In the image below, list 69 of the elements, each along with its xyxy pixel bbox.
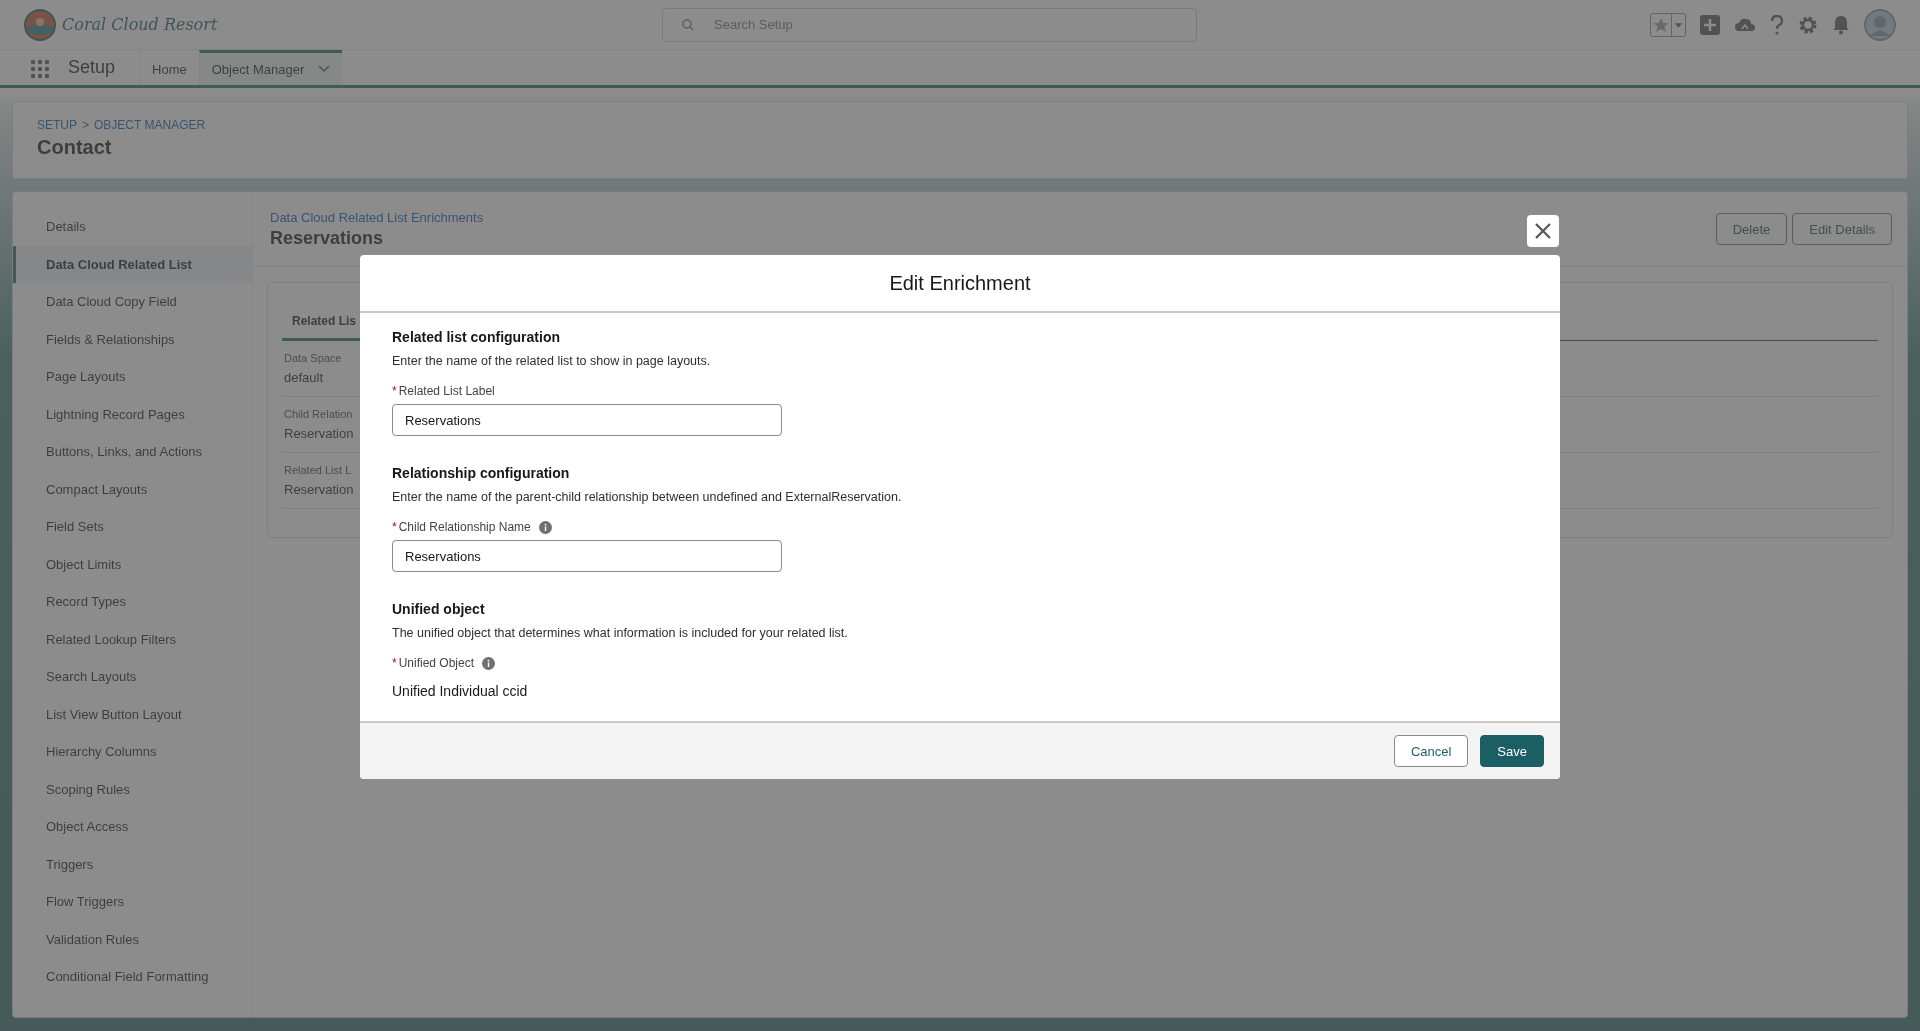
record-type-link[interactable]: Data Cloud Related List Enrichments bbox=[270, 209, 484, 225]
nav-tab[interactable]: Object Manager bbox=[198, 50, 343, 85]
info-icon bbox=[482, 656, 496, 670]
nav-tab[interactable]: Home bbox=[139, 50, 199, 85]
brand-name: Coral Cloud Resort bbox=[62, 15, 218, 34]
sidebar-item[interactable]: Page Layouts bbox=[13, 358, 252, 396]
breadcrumb-separator: > bbox=[82, 118, 90, 132]
section-description: Enter the name of the related list to show in page layouts. bbox=[392, 354, 712, 368]
app-launcher-icon[interactable] bbox=[30, 59, 50, 79]
action-button[interactable]: Delete bbox=[1715, 213, 1788, 245]
action-button[interactable]: Edit Details bbox=[1792, 213, 1892, 245]
section-description: Enter the name of the parent-child relationship between undefined and ExternalReservation. bbox=[392, 490, 903, 504]
field-label: Child Relation bbox=[284, 408, 353, 420]
sidebar-item[interactable]: Hierarchy Columns bbox=[13, 733, 252, 771]
text-field[interactable]: Reservations bbox=[392, 540, 782, 572]
close-icon bbox=[1535, 223, 1551, 239]
app-name: Setup bbox=[68, 56, 117, 79]
sidebar-item[interactable]: Data Cloud Related List bbox=[13, 245, 252, 283]
sidebar-item[interactable]: Scoping Rules bbox=[13, 770, 252, 808]
field-label: Data Space bbox=[284, 352, 342, 364]
favorites-button[interactable] bbox=[1650, 12, 1686, 37]
sidebar-item[interactable]: Record Types bbox=[13, 583, 252, 621]
text-field[interactable]: Reservations bbox=[392, 404, 782, 436]
sidebar-item[interactable]: Field Sets bbox=[13, 508, 252, 546]
sidebar-item[interactable]: Compact Layouts bbox=[13, 470, 252, 508]
save-button[interactable]: Save bbox=[1480, 735, 1544, 767]
sidebar-item[interactable]: Triggers bbox=[13, 845, 252, 883]
section-heading: Related list configuration bbox=[392, 329, 561, 345]
record-title: Reservations bbox=[270, 227, 385, 249]
close-button[interactable] bbox=[1527, 215, 1559, 247]
help-icon[interactable] bbox=[1770, 14, 1784, 35]
info-icon bbox=[538, 520, 552, 534]
sidebar-item[interactable]: Lightning Record Pages bbox=[13, 395, 252, 433]
bell-icon[interactable] bbox=[1832, 14, 1850, 35]
search-icon bbox=[682, 18, 694, 31]
sidebar-item[interactable]: List View Button Layout bbox=[13, 695, 252, 733]
sidebar-item[interactable]: Details bbox=[13, 208, 252, 246]
field-value: Unified Individual ccid bbox=[392, 683, 529, 699]
sidebar-item[interactable]: Data Cloud Copy Field bbox=[13, 283, 252, 321]
section-heading: Relationship configuration bbox=[392, 465, 571, 481]
section-heading: Unified object bbox=[392, 601, 486, 617]
field-value: Reservation bbox=[284, 482, 354, 497]
avatar-icon[interactable] bbox=[1864, 8, 1896, 41]
plus-icon[interactable] bbox=[1700, 14, 1720, 35]
caret-icon bbox=[1671, 13, 1685, 36]
sidebar-item[interactable]: Flow Triggers bbox=[13, 883, 252, 921]
field-value: default bbox=[284, 370, 324, 385]
cancel-button[interactable]: Cancel bbox=[1393, 735, 1469, 767]
sidebar-item[interactable]: Buttons, Links, and Actions bbox=[13, 433, 252, 471]
sidebar-item[interactable]: Validation Rules bbox=[13, 920, 252, 958]
star-icon bbox=[1651, 16, 1671, 33]
modal-title: Edit Enrichment bbox=[889, 271, 1031, 295]
sidebar-item[interactable]: Search Layouts bbox=[13, 658, 252, 696]
logo-icon bbox=[24, 8, 56, 41]
sidebar-item[interactable]: Conditional Field Formatting bbox=[13, 958, 252, 996]
field-label: * Related List Label bbox=[392, 384, 495, 398]
field-label: * Child Relationship Name bbox=[392, 520, 531, 534]
settings-icon[interactable] bbox=[1798, 14, 1818, 35]
breadcrumb-link[interactable]: SETUP bbox=[37, 118, 77, 132]
field-value: Reservation bbox=[284, 426, 354, 441]
field-label: * Unified Object bbox=[392, 656, 475, 670]
sidebar-item[interactable]: Related Lookup Filters bbox=[13, 620, 252, 658]
chevron-down-icon bbox=[318, 65, 331, 73]
sidebar-item[interactable]: Object Access bbox=[13, 808, 252, 846]
sidebar-item[interactable]: Fields & Relationships bbox=[13, 320, 252, 358]
sidebar-item[interactable]: Object Limits bbox=[13, 545, 252, 583]
breadcrumb-link[interactable]: OBJECT MANAGER bbox=[94, 118, 206, 132]
section-description: The unified object that determines what information is included for your related list. bbox=[392, 626, 849, 640]
page-title: Contact bbox=[37, 136, 113, 159]
